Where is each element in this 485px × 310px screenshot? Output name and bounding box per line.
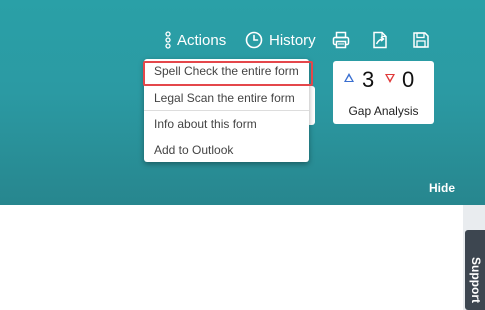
gap-analysis-title: Gap Analysis bbox=[348, 104, 419, 118]
hide-link[interactable]: Hide bbox=[429, 181, 455, 195]
vertical-dots-icon bbox=[165, 31, 171, 49]
menu-item-spell-check[interactable]: Spell Check the entire form bbox=[144, 59, 309, 83]
actions-label: Actions bbox=[177, 31, 227, 49]
menu-divider bbox=[144, 110, 309, 111]
clock-icon bbox=[245, 31, 263, 49]
history-label: History bbox=[269, 31, 316, 49]
floppy-disk-icon bbox=[412, 31, 430, 49]
print-button[interactable] bbox=[332, 28, 350, 52]
export-pdf-icon bbox=[371, 31, 389, 49]
actions-dropdown-menu: Spell Check the entire form Legal Scan t… bbox=[144, 59, 309, 162]
history-button[interactable]: History bbox=[245, 28, 316, 52]
gap-down-count: 0 bbox=[402, 67, 415, 92]
actions-button[interactable]: Actions bbox=[165, 28, 226, 52]
printer-icon bbox=[332, 31, 350, 49]
menu-item-legal-scan[interactable]: Legal Scan the entire form bbox=[144, 86, 309, 110]
toolbar: Actions History bbox=[0, 28, 485, 52]
support-label: Support bbox=[469, 257, 483, 303]
gap-analysis-card[interactable]: 3 0 Gap Analysis bbox=[333, 61, 434, 124]
main-content-area bbox=[0, 205, 463, 310]
save-button[interactable] bbox=[412, 28, 430, 52]
menu-item-add-to-outlook[interactable]: Add to Outlook bbox=[144, 138, 309, 162]
export-button[interactable] bbox=[371, 28, 389, 52]
gap-up-count: 3 bbox=[362, 67, 375, 92]
menu-item-info[interactable]: Info about this form bbox=[144, 112, 309, 136]
